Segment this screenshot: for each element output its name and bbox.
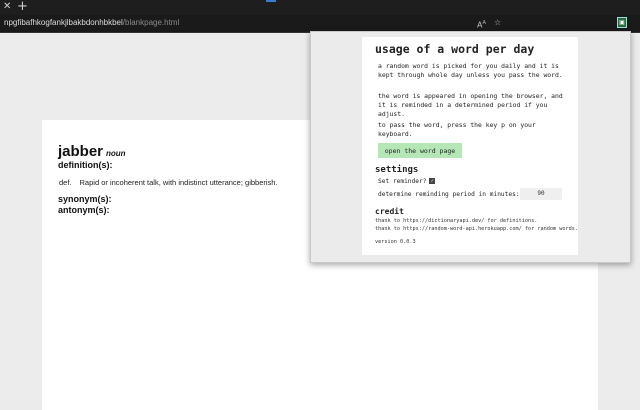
definition-text: Rapid or incoherent talk, with indistinc…: [79, 178, 278, 187]
new-tab-button[interactable]: +: [17, 0, 28, 14]
reminder-label: Set reminder?: [378, 178, 427, 185]
tab-bar: ✕ +: [0, 0, 640, 15]
definition-heading: definition(s):: [58, 160, 113, 170]
read-aloud-icon[interactable]: AA: [477, 17, 486, 32]
extension-popup: usage of a word per day a random word is…: [310, 31, 631, 263]
extension-icon[interactable]: ▣: [617, 17, 627, 28]
antonym-heading: antonym(s):: [58, 205, 110, 215]
pass-paragraph: to pass the word, press the key p on you…: [378, 121, 536, 138]
period-input[interactable]: 90: [520, 188, 562, 200]
definition-line: def. Rapid or incoherent talk, with indis…: [59, 178, 278, 187]
url-path: /blankpage.html: [122, 18, 180, 27]
credit-random-words: thank to https://random-word-api.herokua…: [375, 226, 579, 232]
part-of-speech: noun: [106, 149, 126, 158]
intro-paragraph: a random word is picked for you daily an…: [378, 62, 563, 79]
popup-title: usage of a word per day: [375, 42, 535, 56]
popup-panel: usage of a word per day a random word is…: [362, 37, 578, 255]
credit-definitions: thank to https://dictionaryapi.dev/ for …: [375, 218, 538, 224]
period-label: determine reminding period in minutes:: [378, 191, 520, 198]
word-text: jabber: [58, 143, 104, 160]
open-word-page-button[interactable]: open the word page: [378, 143, 462, 158]
reminder-checkbox[interactable]: ✓: [429, 178, 436, 184]
synonym-heading: synonym(s):: [58, 194, 112, 204]
browser-paragraph: the word is appeared in opening the brow…: [378, 92, 563, 118]
reminder-row: Set reminder? ✓: [378, 178, 436, 185]
active-tab-indicator: [266, 0, 276, 2]
definition-abbr: def.: [59, 178, 72, 187]
word-heading: jabber noun: [58, 141, 126, 160]
url-text[interactable]: npgfibafhkogfankjlbakbdonhbkbel/blankpag…: [4, 18, 179, 28]
close-tab-icon[interactable]: ✕: [3, 1, 11, 13]
settings-heading: settings: [375, 165, 419, 175]
version-text: version 0.0.3: [375, 239, 416, 245]
favorites-icon[interactable]: ☆: [494, 17, 501, 29]
url-host: npgfibafhkogfankjlbakbdonhbkbel: [4, 18, 123, 27]
credit-heading: credit: [375, 207, 404, 216]
